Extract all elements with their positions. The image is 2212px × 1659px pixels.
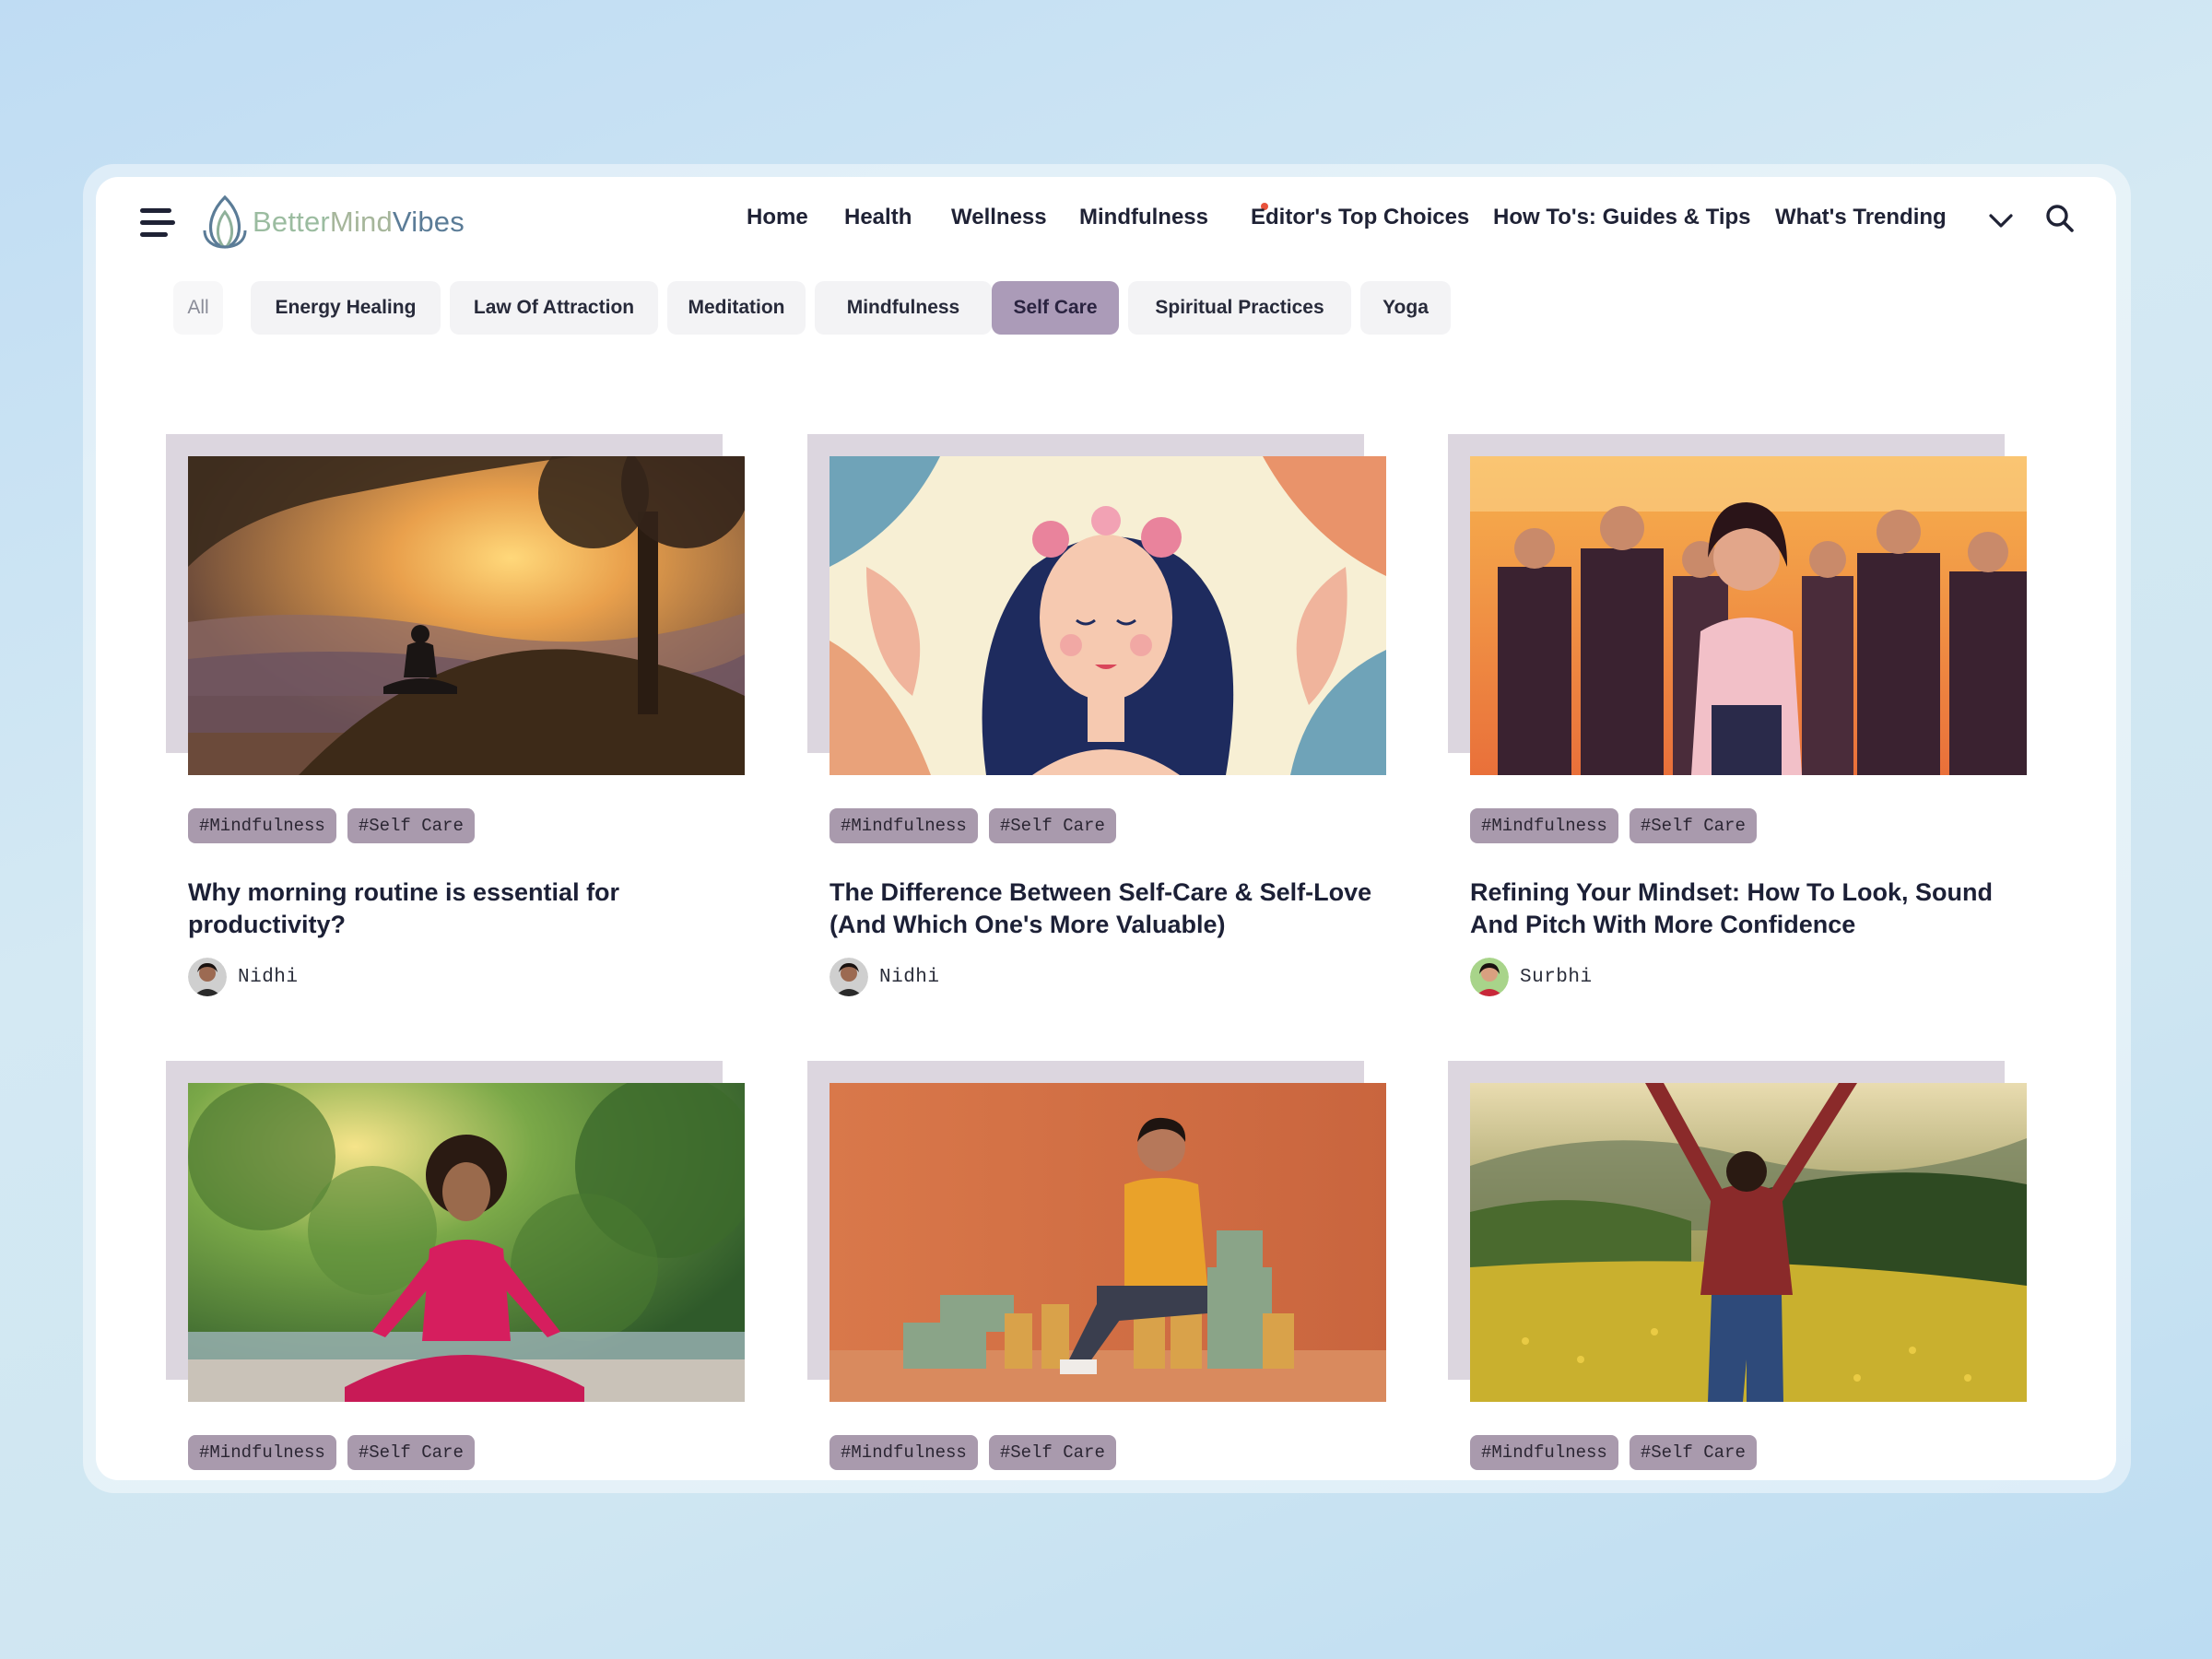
category-chip-energy-healing[interactable]: Energy Healing bbox=[251, 281, 441, 335]
post-title[interactable]: Refining Your Mindset: How To Look, Soun… bbox=[1470, 877, 2023, 941]
post-author: Nidhi bbox=[188, 958, 299, 996]
tag-mindfulness[interactable]: #Mindfulness bbox=[830, 808, 978, 843]
tag-self-care[interactable]: #Self Care bbox=[347, 1435, 475, 1470]
post-title[interactable]: The Difference Between Self-Care & Self-… bbox=[830, 877, 1382, 941]
nav-item-health[interactable]: Health bbox=[844, 205, 912, 230]
category-chip-spiritual-practices[interactable]: Spiritual Practices bbox=[1128, 281, 1351, 335]
author-name[interactable]: Nidhi bbox=[238, 967, 299, 988]
tag-self-care[interactable]: #Self Care bbox=[988, 1435, 1116, 1470]
tag-self-care[interactable]: #Self Care bbox=[347, 808, 475, 843]
lotus-logo-icon bbox=[203, 194, 247, 249]
brand-name: BetterMindVibes bbox=[253, 206, 465, 238]
category-chip-yoga[interactable]: Yoga bbox=[1360, 281, 1451, 335]
tag-mindfulness[interactable]: #Mindfulness bbox=[188, 1435, 336, 1470]
avatar[interactable] bbox=[1470, 958, 1509, 996]
category-chip-meditation[interactable]: Meditation bbox=[667, 281, 806, 335]
nav-item-how-to-s-guides-tips[interactable]: How To's: Guides & Tips bbox=[1493, 205, 1751, 230]
tag-list: #Mindfulness #Self Care bbox=[188, 808, 475, 843]
post-thumbnail[interactable] bbox=[830, 456, 1386, 775]
post-thumbnail[interactable] bbox=[830, 1083, 1386, 1402]
post-thumbnail[interactable] bbox=[188, 1083, 745, 1402]
post-thumbnail[interactable] bbox=[188, 456, 745, 775]
post-thumbnail[interactable] bbox=[1470, 1083, 2027, 1402]
tag-mindfulness[interactable]: #Mindfulness bbox=[188, 808, 336, 843]
category-chip-all[interactable]: All bbox=[173, 281, 223, 335]
tag-list: #Mindfulness #Self Care bbox=[830, 1435, 1116, 1470]
tag-self-care[interactable]: #Self Care bbox=[1629, 1435, 1757, 1470]
tag-self-care[interactable]: #Self Care bbox=[988, 808, 1116, 843]
nav-item-editor-s-top-choices[interactable]: Editor's Top Choices bbox=[1251, 205, 1469, 230]
chevron-down-icon[interactable] bbox=[1987, 210, 2015, 230]
tag-list: #Mindfulness #Self Care bbox=[188, 1435, 475, 1470]
tag-list: #Mindfulness #Self Care bbox=[830, 808, 1116, 843]
nav-item-wellness[interactable]: Wellness bbox=[951, 205, 1047, 230]
tag-mindfulness[interactable]: #Mindfulness bbox=[1470, 808, 1618, 843]
tag-list: #Mindfulness #Self Care bbox=[1470, 1435, 1757, 1470]
category-filter-bar: All Energy Healing Law Of Attraction Medita… bbox=[96, 281, 2116, 335]
post-author: Nidhi bbox=[830, 958, 940, 996]
post-author: Surbhi bbox=[1470, 958, 1593, 996]
nav-item-mindfulness[interactable]: Mindfulness bbox=[1079, 205, 1208, 230]
avatar[interactable] bbox=[188, 958, 227, 996]
tag-mindfulness[interactable]: #Mindfulness bbox=[1470, 1435, 1618, 1470]
post-thumbnail[interactable] bbox=[1470, 456, 2027, 775]
tag-self-care[interactable]: #Self Care bbox=[1629, 808, 1757, 843]
browser-window: BetterMindVibes Home Health Wellness Mindfu… bbox=[96, 177, 2116, 1480]
site-header: BetterMindVibes Home Health Wellness Mindfu… bbox=[96, 177, 2116, 269]
author-name[interactable]: Nidhi bbox=[879, 967, 940, 988]
nav-item-home[interactable]: Home bbox=[747, 205, 808, 230]
search-icon[interactable] bbox=[2044, 203, 2076, 234]
category-chip-law-of-attraction[interactable]: Law Of Attraction bbox=[450, 281, 658, 335]
nav-item-what-s-trending[interactable]: What's Trending bbox=[1775, 205, 1947, 230]
avatar[interactable] bbox=[830, 958, 868, 996]
post-title[interactable]: Why morning routine is essential for pro… bbox=[188, 877, 741, 941]
author-name[interactable]: Surbhi bbox=[1520, 967, 1593, 988]
category-chip-self-care[interactable]: Self Care bbox=[992, 281, 1119, 335]
tag-list: #Mindfulness #Self Care bbox=[1470, 808, 1757, 843]
tag-mindfulness[interactable]: #Mindfulness bbox=[830, 1435, 978, 1470]
hamburger-menu-icon[interactable] bbox=[140, 206, 177, 238]
site-logo[interactable]: BetterMindVibes bbox=[199, 190, 465, 254]
category-chip-mindfulness[interactable]: Mindfulness bbox=[815, 281, 992, 335]
